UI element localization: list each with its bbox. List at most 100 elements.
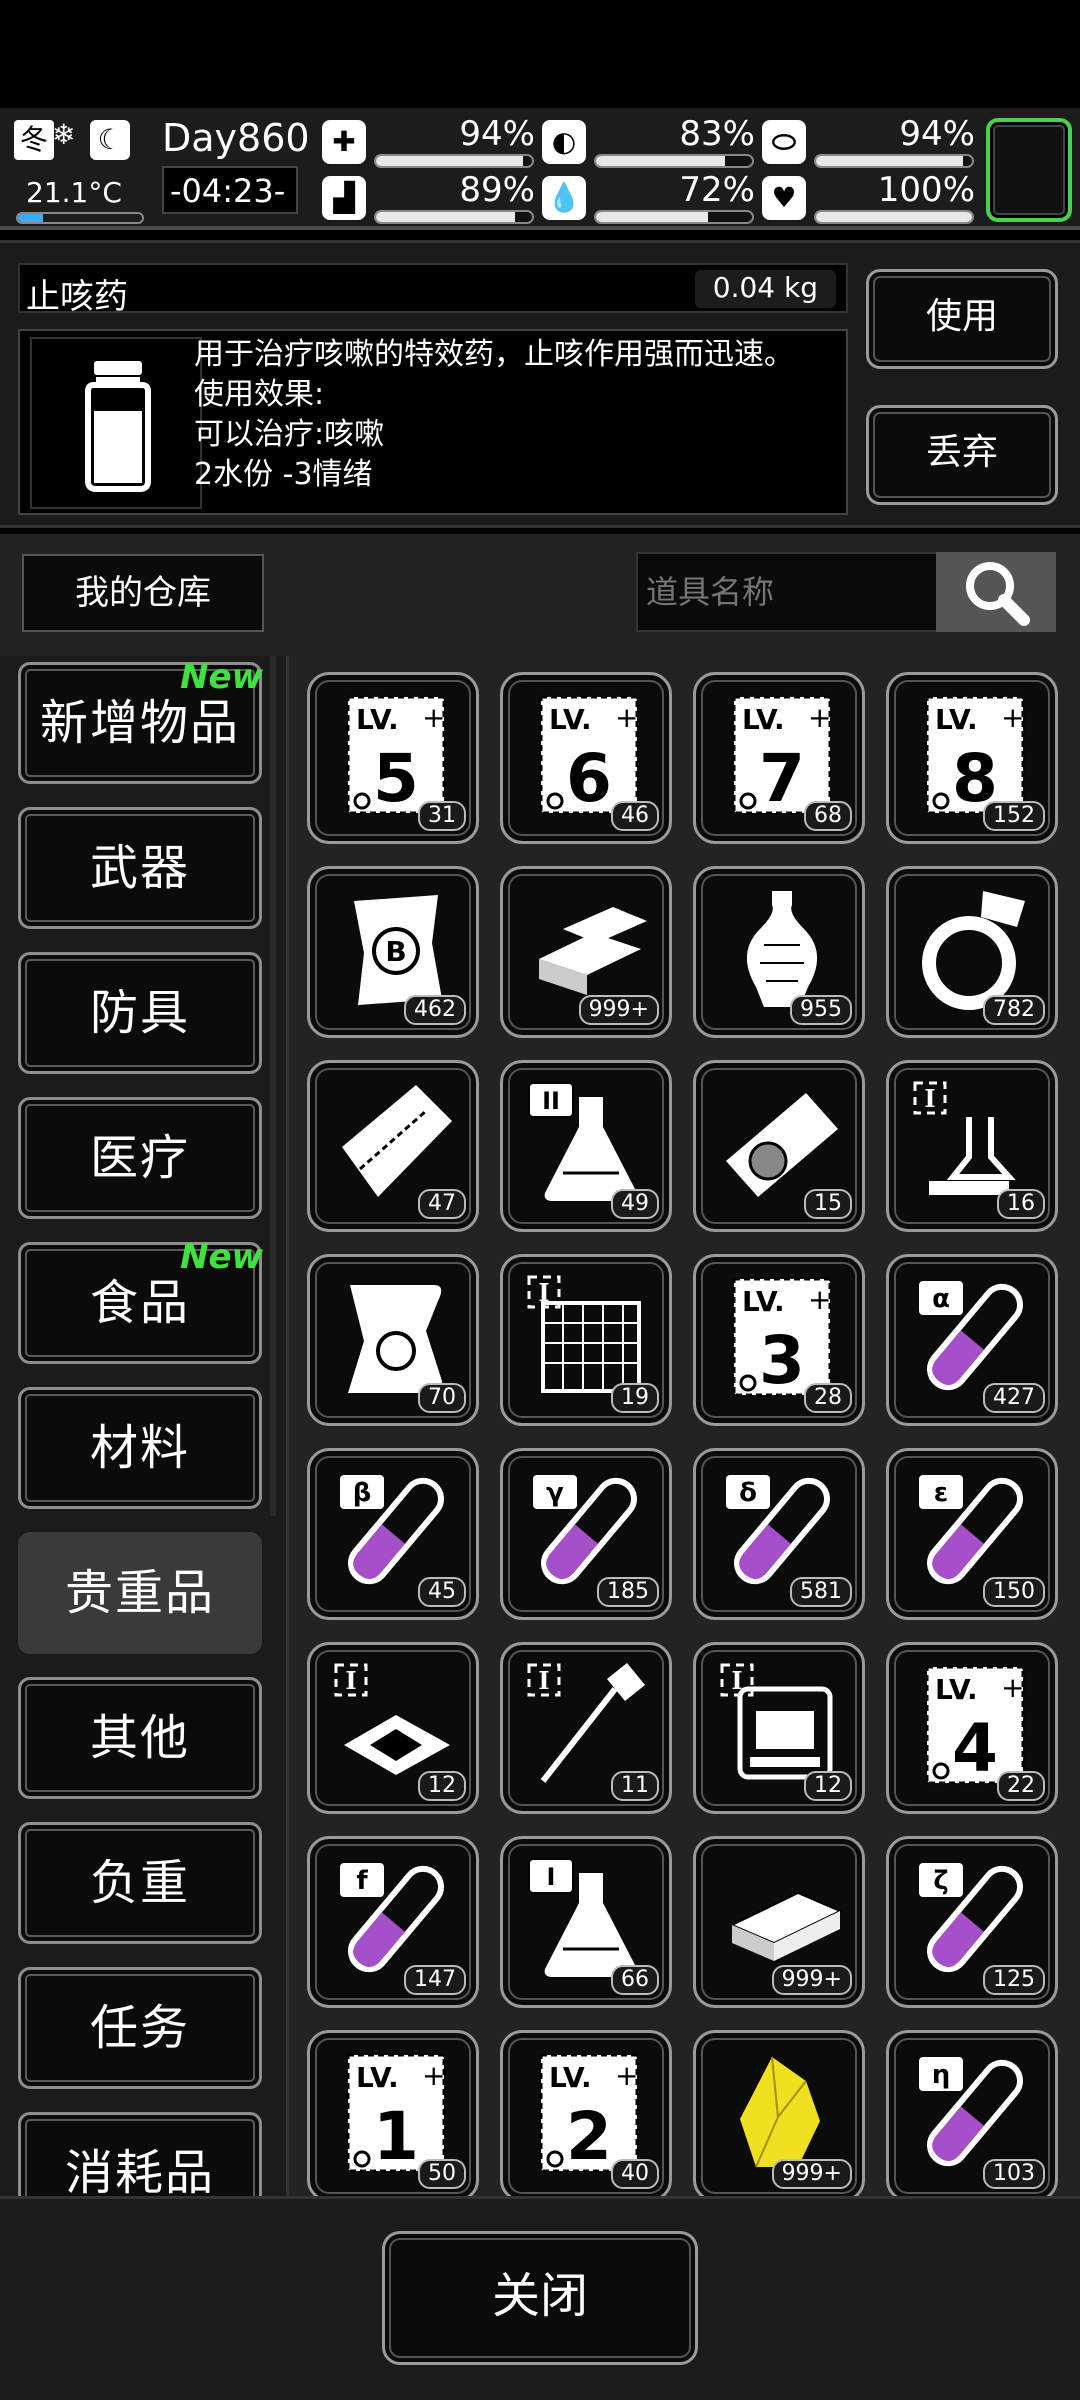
description-line: 2水份 -3情绪 <box>194 457 373 492</box>
svg-text:+: + <box>808 1283 831 1316</box>
item-slot[interactable]: I 11 <box>500 1642 672 1814</box>
item-slot[interactable]: I 12 <box>307 1642 479 1814</box>
item-slot[interactable]: LV. +8 152 <box>886 672 1058 844</box>
stat-bar <box>374 210 534 224</box>
item-slot[interactable]: LV. +2 40 <box>500 2030 672 2196</box>
drop-button[interactable]: 丢弃 <box>866 405 1058 505</box>
item-slot[interactable]: f 147 <box>307 1836 479 2008</box>
svg-text:II: II <box>542 1087 560 1115</box>
svg-text:LV.: LV. <box>742 703 785 736</box>
warehouse-header: 我的仓库 <box>0 534 1080 656</box>
svg-text:LV.: LV. <box>935 703 978 736</box>
category-9[interactable]: 任务 <box>18 1967 262 2089</box>
use-button[interactable]: 使用 <box>866 269 1058 369</box>
close-button[interactable]: 关闭 <box>382 2231 698 2365</box>
svg-text:B: B <box>385 935 406 968</box>
search-button[interactable] <box>936 552 1056 632</box>
time-label: -04:23- <box>170 172 286 210</box>
svg-text:LV.: LV. <box>935 1673 978 1706</box>
category-8[interactable]: 负重 <box>18 1822 262 1944</box>
item-slot[interactable]: LV. +7 68 <box>693 672 865 844</box>
category-label: 食品 <box>89 1275 190 1331</box>
category-label: 防具 <box>89 985 190 1041</box>
category-10[interactable]: 消耗品 <box>18 2112 262 2196</box>
item-slot[interactable]: η 103 <box>886 2030 1058 2196</box>
water-drop-icon: 💧 <box>542 176 586 220</box>
item-slot[interactable]: 70 <box>307 1254 479 1426</box>
description-line: 用于治疗咳嗽的特效药，止咳作用强而迅速。 <box>194 337 794 372</box>
category-label: 医疗 <box>89 1130 190 1186</box>
item-slot[interactable]: 782 <box>886 866 1058 1038</box>
item-slot[interactable]: 955 <box>693 866 865 1038</box>
item-slot[interactable]: I 12 <box>693 1642 865 1814</box>
svg-text:+: + <box>1001 701 1024 734</box>
item-count: 955 <box>790 995 852 1025</box>
category-label: 任务 <box>89 2000 190 2056</box>
pill-bottle-icon <box>85 361 151 492</box>
category-label: 消耗品 <box>64 2145 215 2196</box>
item-slot[interactable]: LV. +5 31 <box>307 672 479 844</box>
svg-text:5: 5 <box>373 740 419 817</box>
svg-text:1: 1 <box>373 2098 419 2175</box>
category-7[interactable]: 其他 <box>18 1677 262 1799</box>
svg-text:ε: ε <box>934 1478 948 1508</box>
stat-pill: ⬭ 94% <box>762 114 977 172</box>
item-weight: 0.04 kg <box>694 270 836 308</box>
weather-icon: ❄ <box>52 118 76 151</box>
item-count: 782 <box>983 995 1045 1025</box>
svg-text:+: + <box>615 2059 638 2092</box>
category-0[interactable]: 新增物品 New <box>18 657 263 784</box>
item-slot[interactable]: LV. +3 28 <box>693 1254 865 1426</box>
svg-text:f: f <box>356 1866 368 1896</box>
svg-text:γ: γ <box>546 1478 564 1508</box>
item-slot[interactable]: I 19 <box>500 1254 672 1426</box>
svg-text:6: 6 <box>566 740 612 817</box>
item-count: 50 <box>418 2159 466 2189</box>
item-slot[interactable]: ε 150 <box>886 1448 1058 1620</box>
svg-text:+: + <box>615 701 638 734</box>
item-slot[interactable]: I 16 <box>886 1060 1058 1232</box>
item-slot[interactable]: α 427 <box>886 1254 1058 1426</box>
item-count: 581 <box>790 1577 852 1607</box>
stomach-icon: ◐ <box>542 120 586 164</box>
svg-text:4: 4 <box>952 1710 998 1787</box>
stat-bar <box>594 210 754 224</box>
item-slot[interactable]: δ 581 <box>693 1448 865 1620</box>
search-input[interactable] <box>636 552 938 632</box>
item-slot[interactable]: 15 <box>693 1060 865 1232</box>
category-scrollbar[interactable] <box>270 656 276 1516</box>
category-3[interactable]: 医疗 <box>18 1097 262 1219</box>
item-count: 125 <box>983 1965 1045 1995</box>
item-slot[interactable]: II 49 <box>500 1060 672 1232</box>
item-slot[interactable]: 47 <box>307 1060 479 1232</box>
use-button-label: 使用 <box>925 296 998 337</box>
category-4[interactable]: 食品 New <box>18 1237 263 1364</box>
category-1[interactable]: 武器 <box>18 807 262 929</box>
item-slot[interactable]: 999+ <box>693 1836 865 2008</box>
item-count: 999+ <box>578 995 659 1025</box>
item-count: 15 <box>804 1189 852 1219</box>
item-count: 70 <box>418 1383 466 1413</box>
item-slot[interactable]: B 462 <box>307 866 479 1038</box>
item-slot[interactable]: I 66 <box>500 1836 672 2008</box>
item-slot[interactable]: 999+ <box>500 866 672 1038</box>
item-slot[interactable]: LV. +6 46 <box>500 672 672 844</box>
new-badge: New <box>180 657 263 697</box>
category-2[interactable]: 防具 <box>18 952 262 1074</box>
item-count: 999+ <box>771 2159 852 2189</box>
item-slot[interactable]: γ 185 <box>500 1448 672 1620</box>
quick-slot-button[interactable] <box>986 118 1072 222</box>
item-slot[interactable]: ζ 125 <box>886 1836 1058 2008</box>
item-slot[interactable]: LV. +1 50 <box>307 2030 479 2196</box>
stat-value: 94% <box>459 114 535 154</box>
item-slot[interactable]: β 45 <box>307 1448 479 1620</box>
svg-text:+: + <box>422 701 445 734</box>
stat-mood: ♥ 100% <box>762 170 977 228</box>
item-slot[interactable]: 999+ <box>693 2030 865 2196</box>
item-count: 147 <box>404 1965 466 1995</box>
category-6[interactable]: 贵重品 <box>18 1532 262 1654</box>
item-slot[interactable]: LV. +4 22 <box>886 1642 1058 1814</box>
category-label: 负重 <box>89 1855 190 1911</box>
category-5[interactable]: 材料 <box>18 1387 262 1509</box>
item-count: 150 <box>983 1577 1045 1607</box>
